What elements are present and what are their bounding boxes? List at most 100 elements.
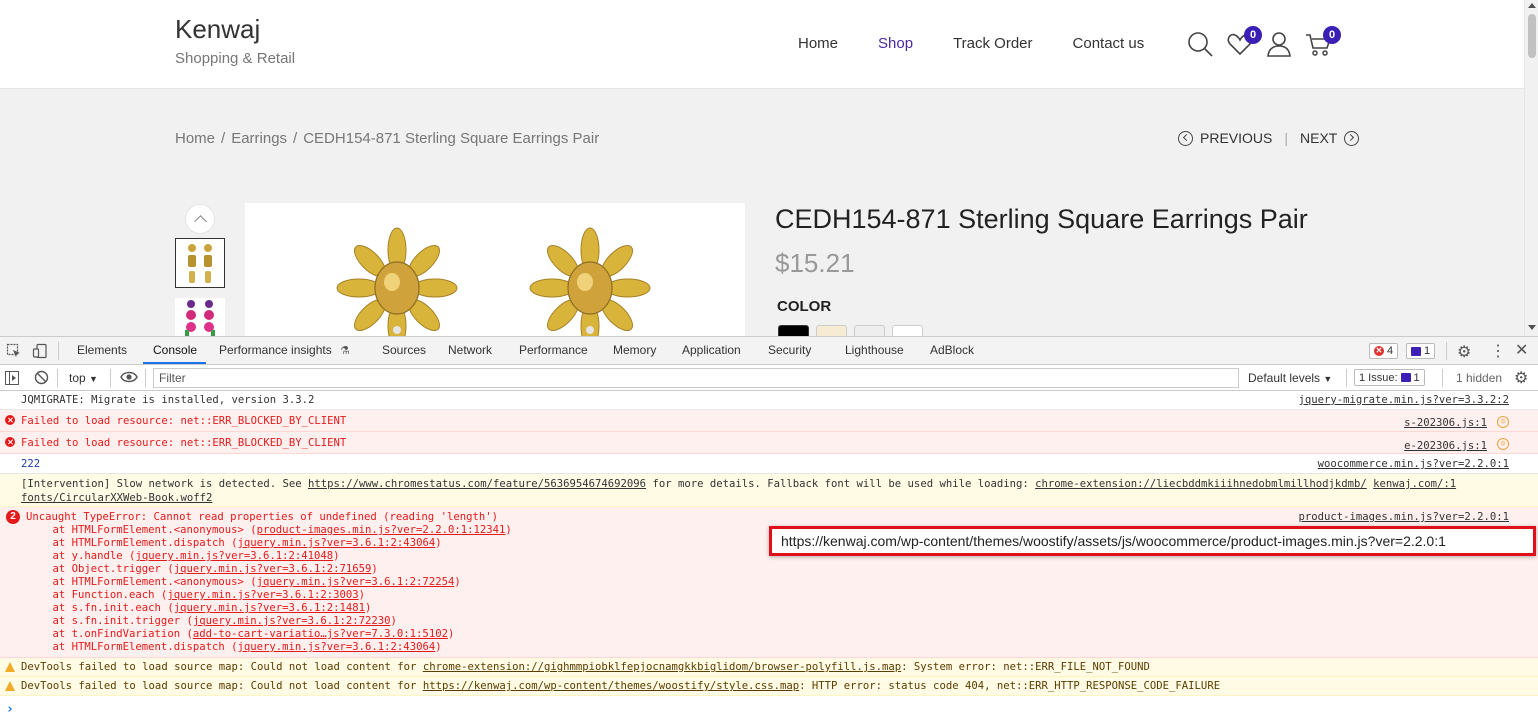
site-header: Kenwaj Shopping & Retail Home Shop Track… [0, 0, 1524, 89]
active-tab-indicator [143, 362, 206, 364]
stack-frame-function: at y.handle ( [27, 550, 136, 562]
console-settings-gear-icon[interactable]: ⚙ [1514, 368, 1528, 388]
scroll-up-arrow-icon[interactable] [1528, 3, 1536, 8]
source-map-link[interactable]: chrome-extension://gighmmpiobklfepjocnam… [423, 661, 901, 673]
chromestatus-link[interactable]: https://www.chromestatus.com/feature/563… [308, 478, 646, 490]
more-options-icon[interactable]: ⋮ [1490, 341, 1506, 361]
nav-contact-us[interactable]: Contact us [1073, 35, 1145, 52]
console-log-row: JQMIGRATE: Migrate is installed, version… [0, 391, 1538, 410]
color-swatch-cream[interactable] [816, 325, 847, 336]
stack-frame-link[interactable]: product-images.min.js?ver=2.2.0:1:12341 [257, 524, 506, 536]
stack-frame-function: at HTMLFormElement.dispatch ( [27, 641, 238, 653]
sidebar-toggle-icon[interactable] [5, 371, 19, 388]
breadcrumb-separator: / [221, 130, 226, 147]
stack-frame: at HTMLFormElement.<anonymous> (product-… [27, 524, 512, 536]
error-count-badge[interactable]: ✕ 4 [1369, 343, 1399, 359]
previous-link[interactable]: PREVIOUS [1200, 130, 1272, 146]
scroll-down-arrow-icon[interactable] [1528, 325, 1536, 330]
wishlist-button[interactable]: 0 [1226, 26, 1262, 58]
stack-frame-paren: ) [435, 537, 442, 549]
tab-performance[interactable]: Performance [519, 343, 588, 357]
console-log-row: 222 woocommerce.min.js?ver=2.2.0:1 [0, 454, 1538, 474]
color-swatch-light-gray[interactable] [854, 325, 885, 336]
console-filter-input[interactable] [153, 368, 1239, 388]
intervention-text: [Intervention] Slow network is detected.… [21, 478, 309, 490]
settings-gear-icon[interactable]: ⚙ [1457, 342, 1471, 362]
font-file-link[interactable]: fonts/CircularXXWeb-Book.woff2 [21, 492, 212, 504]
product-thumbnail[interactable] [175, 298, 225, 336]
product-thumbnail[interactable] [175, 238, 225, 288]
source-link[interactable]: product-images.min.js?ver=2.2.0:1 [1299, 511, 1509, 523]
tab-adblock[interactable]: AdBlock [930, 343, 974, 357]
close-devtools-icon[interactable]: ✕ [1515, 340, 1528, 360]
warning-text: DevTools failed to load source map: Coul… [21, 661, 423, 673]
page-scrollbar[interactable] [1524, 0, 1538, 336]
stack-frame: at y.handle (jquery.min.js?ver=3.6.1:2:4… [27, 550, 340, 562]
tab-sources[interactable]: Sources [382, 343, 426, 357]
chrome-extension-link[interactable]: chrome-extension://liecbddmkiiihnedobmlm… [1035, 478, 1367, 490]
adblock-smiley-icon: ☺ [1497, 416, 1509, 428]
tab-lighthouse[interactable]: Lighthouse [845, 343, 904, 357]
color-swatch-black[interactable] [778, 325, 809, 336]
tab-console[interactable]: Console [153, 343, 197, 357]
tab-application[interactable]: Application [682, 343, 741, 357]
error-icon [5, 437, 15, 447]
stack-frame-link[interactable]: jquery.min.js?ver=3.6.1:2:72254 [257, 576, 455, 588]
tab-memory[interactable]: Memory [613, 343, 656, 357]
product-main-image[interactable] [245, 203, 745, 336]
stack-frame-link[interactable]: jquery.min.js?ver=3.6.1:2:3003 [167, 589, 358, 601]
issues-button[interactable]: 1 Issue: 1 [1354, 369, 1425, 386]
stack-frame-link[interactable]: jquery.min.js?ver=3.6.1:2:1481 [174, 602, 365, 614]
stack-frame-link[interactable]: jquery.min.js?ver=3.6.1:2:71659 [174, 563, 372, 575]
source-map-link[interactable]: https://kenwaj.com/wp-content/themes/woo… [423, 680, 799, 692]
issue-count-badge[interactable]: 1 [1406, 343, 1436, 359]
earrings-product-image [336, 227, 651, 336]
inspect-element-icon[interactable] [6, 343, 22, 362]
message-icon [1411, 346, 1421, 356]
source-link[interactable]: s-202306.js:1 [1404, 417, 1487, 429]
flask-icon: ⚗ [340, 345, 350, 357]
stack-frame: at s.fn.init.trigger (jquery.min.js?ver=… [27, 615, 397, 627]
adblock-smiley-icon: ☺ [1497, 438, 1509, 450]
console-prompt[interactable]: › [6, 702, 14, 717]
breadcrumb-home[interactable]: Home [175, 130, 215, 147]
intervention-text: for more details. Fallback font will be … [646, 478, 1036, 490]
context-selector[interactable]: top ▼ [69, 371, 98, 385]
stack-frame-link[interactable]: jquery.min.js?ver=3.6.1:2:43064 [237, 537, 435, 549]
toolbar-divider [1442, 369, 1443, 387]
stack-frame: at HTMLFormElement.<anonymous> (jquery.m… [27, 576, 461, 588]
repeat-count-badge: 2 [6, 510, 20, 524]
site-title[interactable]: Kenwaj [175, 14, 260, 45]
error-message: Uncaught TypeError: Cannot read properti… [26, 511, 498, 523]
device-toolbar-icon[interactable] [32, 343, 48, 362]
search-icon[interactable] [1186, 30, 1214, 58]
nav-home[interactable]: Home [798, 35, 838, 52]
scrollbar-thumb[interactable] [1528, 14, 1536, 58]
live-expression-eye-icon[interactable] [120, 370, 138, 387]
stack-frame-function: at s.fn.init.each ( [27, 602, 174, 614]
thumbnail-scroll-up-button[interactable] [185, 204, 215, 234]
tab-network[interactable]: Network [448, 343, 492, 357]
stack-frame-link[interactable]: add-to-cart-variatio…js?ver=7.3.0:1:5102 [193, 628, 448, 640]
color-swatch-white[interactable] [892, 325, 923, 336]
log-levels-dropdown[interactable]: Default levels ▼ [1248, 371, 1332, 385]
clear-console-icon[interactable] [34, 370, 49, 388]
tab-elements[interactable]: Elements [77, 343, 127, 357]
next-link[interactable]: NEXT [1300, 130, 1337, 146]
account-icon[interactable] [1266, 30, 1294, 58]
stack-frame-link[interactable]: jquery.min.js?ver=3.6.1:2:72230 [193, 615, 391, 627]
stack-frame-paren: ) [505, 524, 512, 536]
stack-frame-function: at Object.trigger ( [27, 563, 174, 575]
source-link[interactable]: jquery-migrate.min.js?ver=3.3.2:2 [1299, 394, 1509, 406]
tab-security[interactable]: Security [768, 343, 811, 357]
source-link[interactable]: e-202306.js:1 [1404, 440, 1487, 452]
kenwaj-link[interactable]: kenwaj.com/:1 [1373, 478, 1456, 490]
stack-frame-link[interactable]: jquery.min.js?ver=3.6.1:2:43064 [237, 641, 435, 653]
cart-button[interactable]: 0 [1305, 26, 1341, 58]
breadcrumb-earrings[interactable]: Earrings [231, 130, 287, 147]
nav-track-order[interactable]: Track Order [953, 35, 1032, 52]
nav-shop[interactable]: Shop [878, 35, 913, 52]
tab-performance-insights[interactable]: Performance insights [219, 343, 332, 357]
stack-frame-link[interactable]: jquery.min.js?ver=3.6.1:2:41048 [135, 550, 333, 562]
source-link[interactable]: woocommerce.min.js?ver=2.2.0:1 [1318, 458, 1509, 470]
